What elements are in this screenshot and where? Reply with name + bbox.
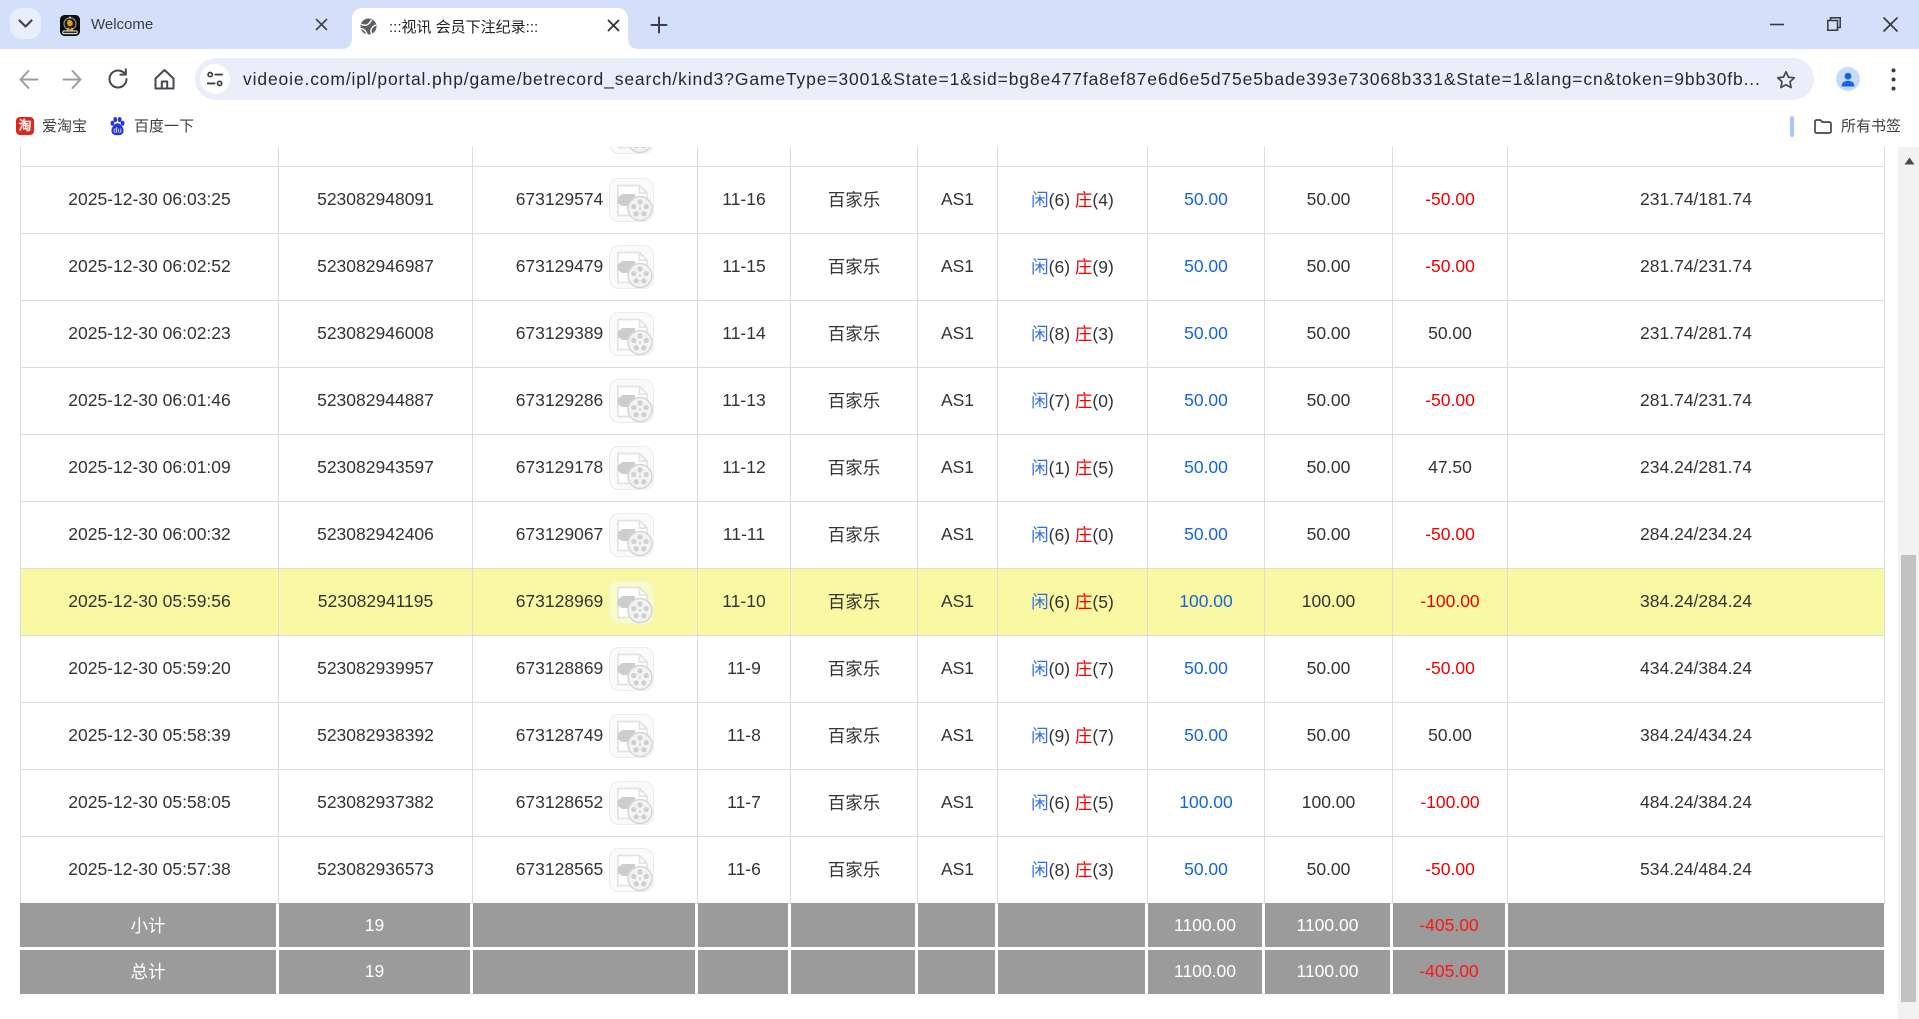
svg-text:du: du [113, 126, 121, 135]
